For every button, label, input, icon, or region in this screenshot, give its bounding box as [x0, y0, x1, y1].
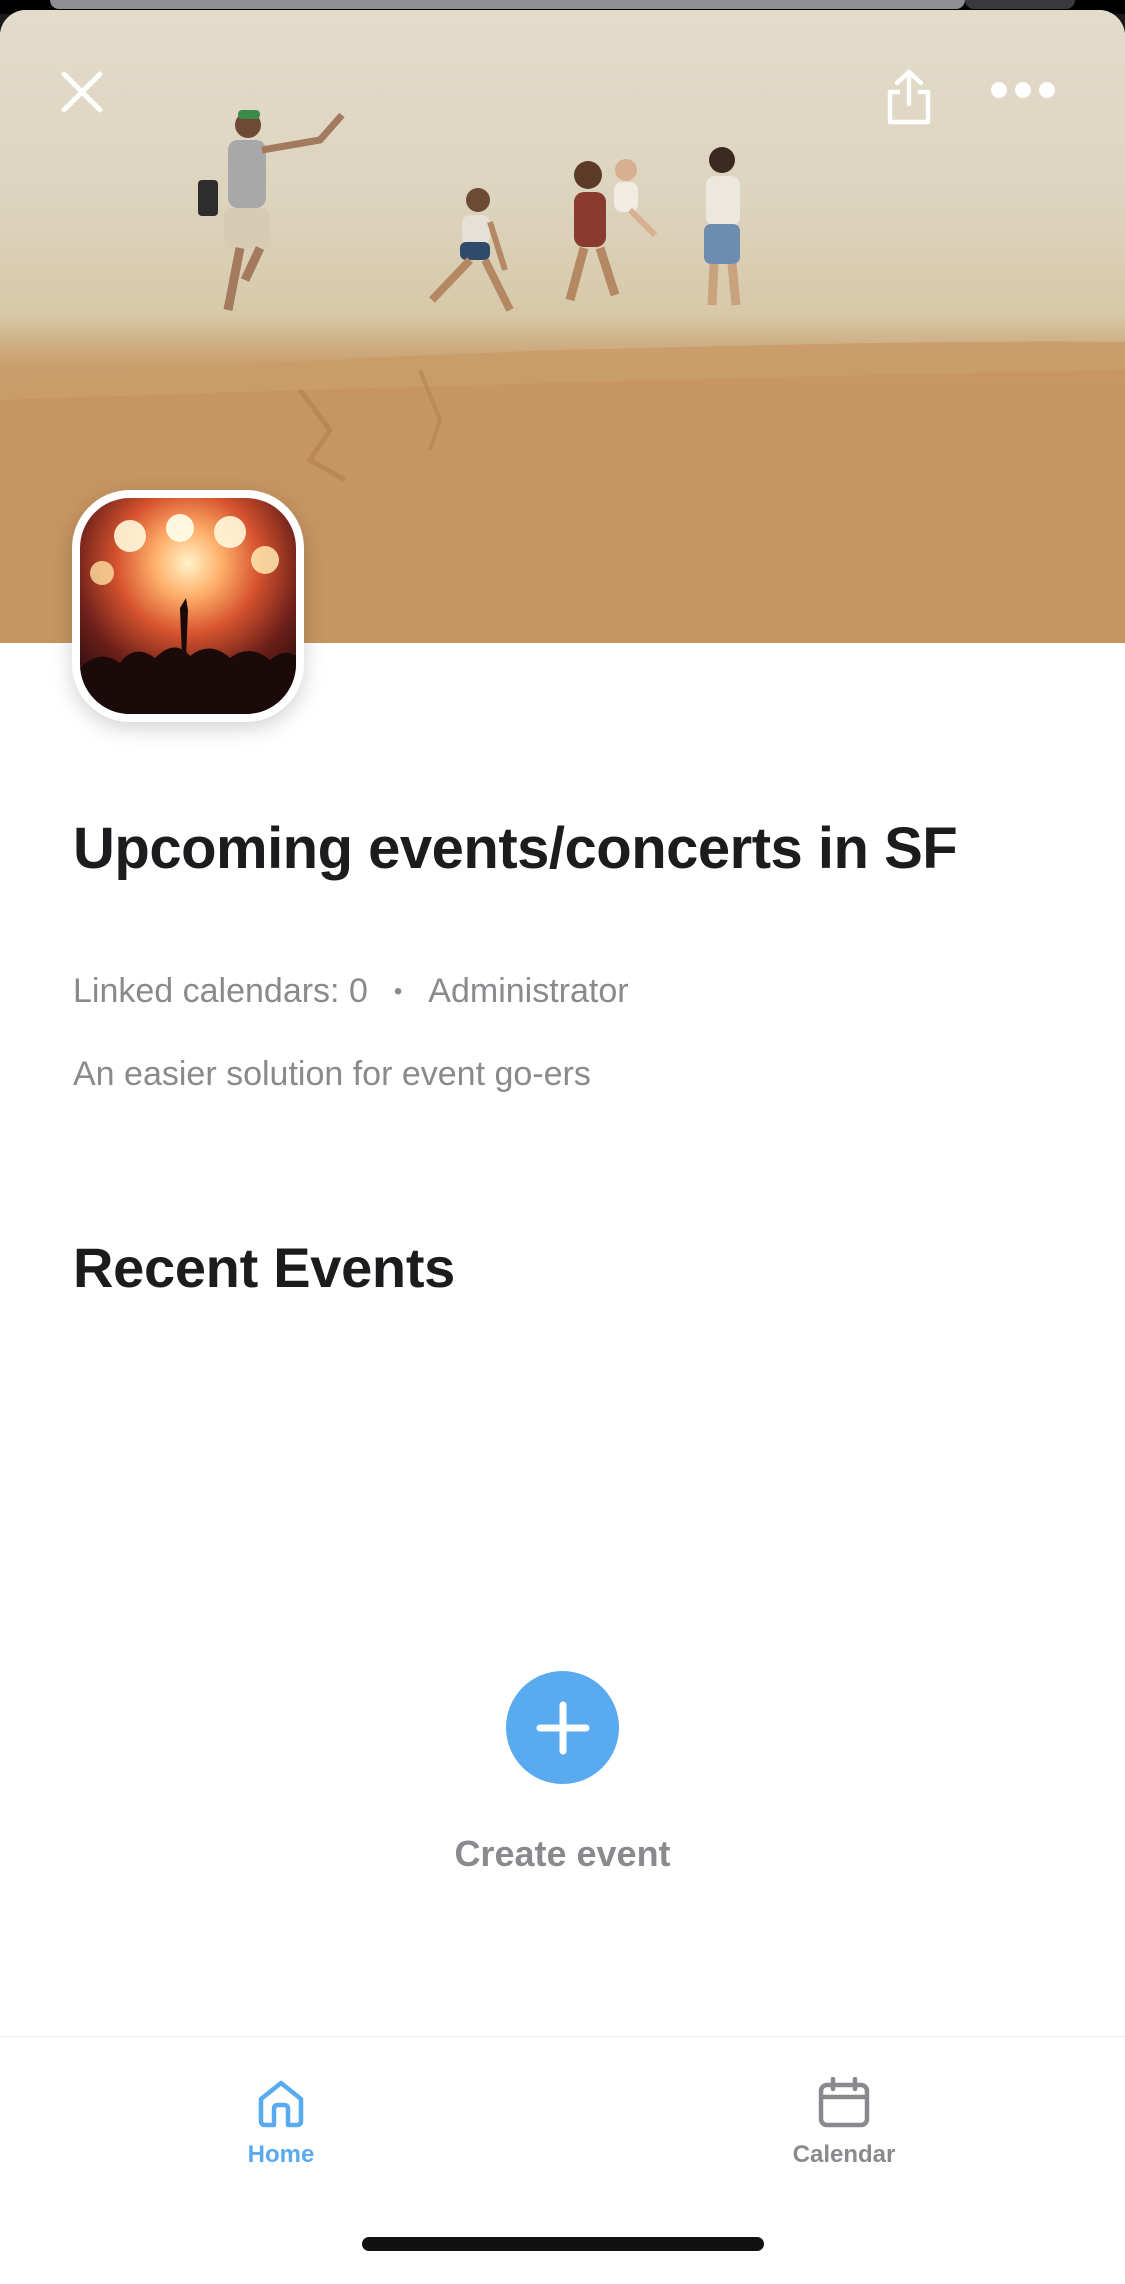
share-icon [887, 69, 931, 125]
calendar-icon [818, 2077, 870, 2128]
share-button[interactable] [884, 68, 954, 138]
group-title: Upcoming events/concerts in SF [73, 816, 958, 881]
tab-calendar[interactable]: Calendar [744, 2077, 944, 2169]
group-meta: Linked calendars: 0 • Administrator [73, 972, 629, 1011]
recent-events-heading: Recent Events [73, 1236, 456, 1299]
group-description: An easier solution for event go-ers [73, 1055, 591, 1093]
group-avatar [72, 490, 304, 722]
user-role: Administrator [428, 972, 629, 1010]
create-event-button[interactable] [506, 1671, 619, 1784]
more-options-button[interactable] [990, 80, 1072, 124]
sheet-grip [50, 0, 965, 9]
sheet-grip-edge [965, 0, 1075, 9]
home-icon [258, 2080, 304, 2128]
group-sheet: Upcoming events/concerts in SF Linked ca… [0, 10, 1125, 2284]
linked-calendars-count: Linked calendars: 0 [73, 972, 368, 1010]
close-icon [61, 71, 103, 113]
close-button[interactable] [60, 70, 124, 134]
tab-home-label: Home [247, 2141, 315, 2168]
tab-calendar-label: Calendar [792, 2141, 896, 2168]
create-event-label[interactable]: Create event [0, 1833, 1125, 1875]
tab-home[interactable]: Home [181, 2077, 381, 2169]
home-indicator[interactable] [362, 2237, 764, 2251]
plus-icon [536, 1701, 589, 1754]
concert-image [80, 498, 296, 714]
more-horizontal-icon [991, 82, 1055, 98]
meta-separator: • [393, 977, 403, 1005]
